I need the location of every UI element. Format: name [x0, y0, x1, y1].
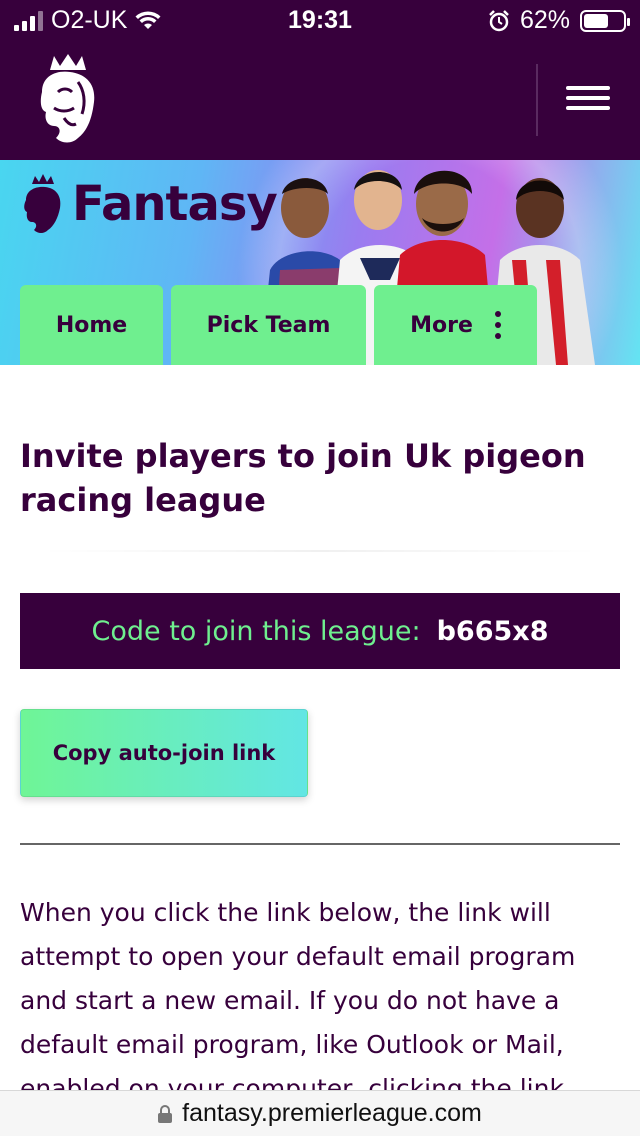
tab-pick-team-label: Pick Team: [206, 312, 331, 338]
tab-more-label: More: [410, 312, 473, 338]
page-title: Invite players to join Uk pigeon racing …: [20, 437, 586, 519]
site-header: [0, 40, 640, 160]
fantasy-banner: Fantasy Home Pick Team More: [0, 160, 640, 365]
premier-league-lion-logo[interactable]: [28, 52, 108, 148]
battery-percent: 62%: [519, 6, 570, 34]
league-code-box: Code to join this league: b665x8: [20, 593, 620, 669]
url-text[interactable]: fantasy.premierleague.com: [182, 1099, 482, 1128]
header-divider: [536, 64, 538, 136]
tab-home[interactable]: Home: [20, 285, 163, 365]
status-bar: O2-UK 19:31 62%: [0, 0, 640, 40]
section-divider: [20, 843, 620, 845]
tab-pick-team[interactable]: Pick Team: [171, 285, 366, 365]
title-divider: [40, 550, 600, 552]
more-dots-icon: [494, 311, 501, 339]
copy-auto-join-link-button[interactable]: Copy auto-join link: [20, 709, 308, 797]
lock-icon: [158, 1104, 173, 1123]
status-right: 62%: [488, 6, 630, 35]
league-code-label: Code to join this league:: [91, 615, 421, 647]
nav-tabs: Home Pick Team More: [20, 285, 537, 365]
league-code-value[interactable]: b665x8: [437, 616, 549, 647]
fantasy-logo[interactable]: Fantasy: [20, 174, 278, 234]
browser-url-bar[interactable]: fantasy.premierleague.com: [0, 1090, 640, 1136]
alarm-icon: [489, 9, 509, 31]
tab-more[interactable]: More: [374, 285, 537, 365]
fantasy-lion-icon: [24, 174, 61, 233]
fantasy-brand: Fantasy: [72, 176, 278, 232]
tab-home-label: Home: [55, 312, 128, 338]
email-info-text: When you click the link below, the link …: [20, 898, 576, 1091]
hamburger-menu-icon[interactable]: [560, 80, 616, 120]
battery-fill: [584, 13, 608, 28]
battery-icon: [580, 9, 630, 32]
